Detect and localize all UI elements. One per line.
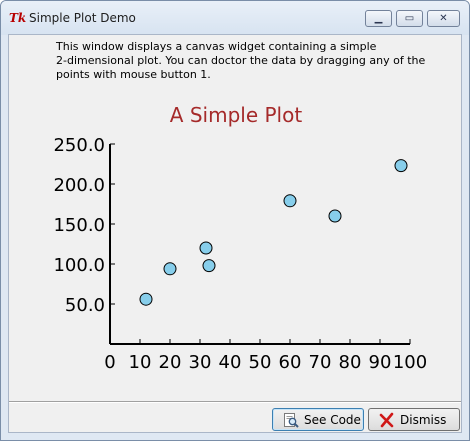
y-tick-label: 200.0 [53,175,105,196]
x-tick-label: 70 [309,352,332,373]
tk-feather-icon: Tk [9,11,27,25]
x-tick-label: 10 [129,352,152,373]
separator [9,401,461,403]
minimize-icon: ▁ [374,13,383,24]
x-tick-label: 90 [369,352,392,373]
see-code-button[interactable]: See Code [272,408,364,431]
data-point-4[interactable] [199,241,213,255]
maximize-button[interactable]: ▭ [396,10,423,27]
application-window: Tk Simple Plot Demo ▁ ▭ ✕ This window di… [0,0,470,441]
y-tick-label: 100.0 [53,255,105,276]
title-bar[interactable]: Tk Simple Plot Demo ▁ ▭ ✕ [1,1,469,35]
x-tick-label: 60 [279,352,302,373]
data-point-5[interactable] [283,194,297,208]
x-tick-label: 40 [219,352,242,373]
window-title: Simple Plot Demo [29,11,136,25]
window-content: This window displays a canvas widget con… [8,34,462,433]
y-tick-label: 150.0 [53,215,105,236]
chart-title: A Simple Plot [170,103,303,127]
y-tick-label: 50.0 [65,295,105,316]
maximize-icon: ▭ [404,13,415,24]
x-tick-label: 100 [393,352,427,373]
magnifier-document-icon [284,413,299,428]
x-tick-label: 0 [104,352,115,373]
x-tick-label: 80 [339,352,362,373]
close-button[interactable]: ✕ [427,10,460,27]
dismiss-button[interactable]: Dismiss [368,408,460,431]
x-tick-label: 50 [249,352,272,373]
plot-canvas[interactable]: A Simple Plot 0 10 20 30 40 50 60 70 80 90 100 50.0 1… [9,35,461,401]
x-tick-label: 20 [159,352,182,373]
data-point-2[interactable] [163,262,177,276]
x-tick-label: 30 [189,352,212,373]
dismiss-label: Dismiss [400,413,447,427]
data-point-1[interactable] [139,292,153,306]
see-code-label: See Code [304,413,361,427]
minimize-button[interactable]: ▁ [365,10,392,27]
y-tick-label: 250.0 [53,135,105,156]
close-icon: ✕ [439,13,448,24]
red-x-icon [379,412,394,428]
data-point-6[interactable] [328,209,342,223]
data-point-3[interactable] [202,259,216,273]
data-point-7[interactable] [394,159,408,173]
